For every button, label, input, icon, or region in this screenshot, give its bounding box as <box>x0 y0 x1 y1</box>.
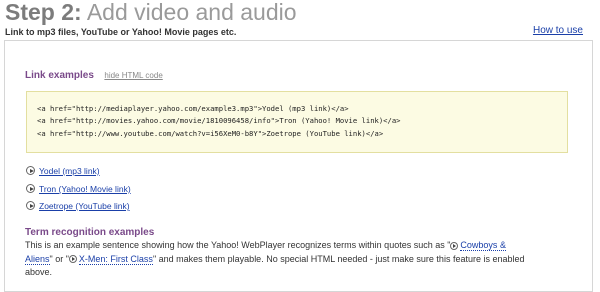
example-link-tron[interactable]: Tron (Yahoo! Movie link) <box>26 183 131 194</box>
html-code-box: <a href="http://mediaplayer.yahoo.com/ex… <box>26 91 568 153</box>
term-recognition-text: This is an example sentence showing how … <box>25 239 525 280</box>
term-text-1: This is an example sentence showing how … <box>25 240 451 250</box>
code-line: <a href="http://www.youtube.com/watch?v=… <box>37 128 384 138</box>
example-link-label[interactable]: Zoetrope (YouTube link) <box>39 201 130 211</box>
play-icon[interactable] <box>26 201 35 211</box>
content-panel: Link examples hide HTML code <a href="ht… <box>4 40 593 292</box>
page-title: Step 2: Add video and audio <box>5 0 297 26</box>
play-icon[interactable] <box>68 255 77 264</box>
page-subtitle: Link to mp3 files, YouTube or Yahoo! Mov… <box>5 27 237 37</box>
code-line: <a href="http://movies.yahoo.com/movie/1… <box>37 116 401 126</box>
code-line: <a href="http://mediaplayer.yahoo.com/ex… <box>37 104 349 113</box>
example-link-label[interactable]: Tron (Yahoo! Movie link) <box>39 184 131 194</box>
hide-html-code-link[interactable]: hide HTML code <box>104 71 162 80</box>
term-recognition-heading: Term recognition examples <box>25 227 155 238</box>
term-text-2: " or " <box>49 253 69 264</box>
play-icon[interactable] <box>26 184 35 194</box>
example-link-zoetrope[interactable]: Zoetrope (YouTube link) <box>26 200 130 211</box>
example-link-yodel[interactable]: Yodel (mp3 link) <box>26 165 100 176</box>
step-number: Step 2: <box>5 0 82 25</box>
example-link-label[interactable]: Yodel (mp3 link) <box>39 166 100 176</box>
how-to-use-link[interactable]: How to use <box>533 25 583 36</box>
play-icon[interactable] <box>450 241 459 250</box>
link-examples-header: Link examples hide HTML code <box>25 65 163 83</box>
play-icon[interactable] <box>26 166 35 176</box>
step-title-text: Add video and audio <box>86 0 297 25</box>
term-link-x-men-first-class[interactable]: X-Men: First Class <box>78 253 153 265</box>
link-examples-heading: Link examples <box>25 70 94 81</box>
